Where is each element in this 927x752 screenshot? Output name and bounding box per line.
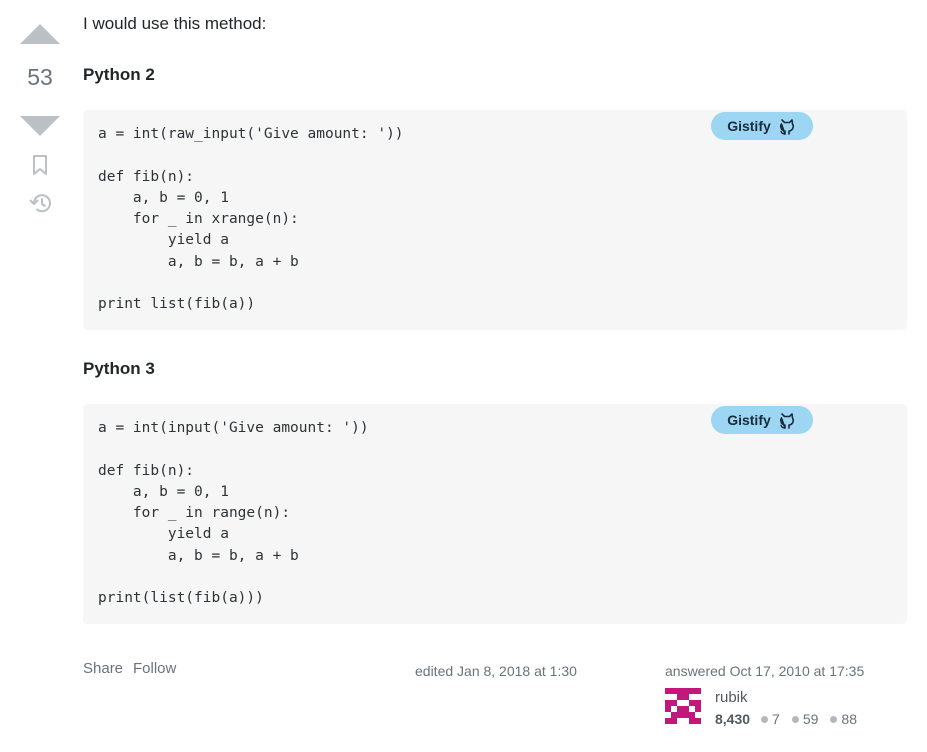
history-icon[interactable] xyxy=(28,190,54,216)
silver-badge-icon xyxy=(791,715,799,723)
edited-timestamp[interactable]: edited Jan 8, 2018 at 1:30 xyxy=(415,663,577,679)
code-python2: a = int(raw_input('Give amount: ')) def … xyxy=(98,126,404,313)
upvote-arrow-icon[interactable] xyxy=(20,24,60,44)
bookmark-icon[interactable] xyxy=(28,153,52,177)
bronze-badge-count: 88 xyxy=(841,711,857,727)
answered-timestamp: answered Oct 17, 2010 at 17:35 xyxy=(665,663,865,679)
user-name-link[interactable]: rubik xyxy=(715,689,748,706)
section-heading-python2: Python 2 xyxy=(83,65,155,84)
answer-intro: I would use this method: xyxy=(83,14,267,33)
gistify-label: Gistify xyxy=(727,118,771,134)
user-avatar[interactable] xyxy=(665,688,701,724)
downvote-arrow-icon[interactable] xyxy=(20,116,60,136)
code-block-python3: Gistify a = int(input('Give amount: ')) … xyxy=(83,404,907,624)
section-heading-python3: Python 3 xyxy=(83,359,155,378)
follow-link[interactable]: Follow xyxy=(133,660,176,677)
vote-count: 53 xyxy=(27,64,53,90)
bronze-badge-icon xyxy=(830,715,838,723)
code-python3: a = int(input('Give amount: ')) def fib(… xyxy=(98,420,369,607)
github-icon xyxy=(779,413,794,429)
gold-badge-count: 7 xyxy=(772,711,780,727)
gistify-button[interactable]: Gistify xyxy=(711,406,813,434)
gistify-label: Gistify xyxy=(727,412,771,428)
code-block-python2: Gistify a = int(raw_input('Give amount: … xyxy=(83,110,907,330)
gistify-button[interactable]: Gistify xyxy=(711,112,813,140)
gold-badge-icon xyxy=(761,715,769,723)
github-icon xyxy=(779,119,794,135)
share-link[interactable]: Share xyxy=(83,660,123,677)
user-reputation-row: 8,430 7 59 88 xyxy=(715,711,857,727)
silver-badge-count: 59 xyxy=(802,711,819,727)
reputation-score: 8,430 xyxy=(715,711,751,727)
